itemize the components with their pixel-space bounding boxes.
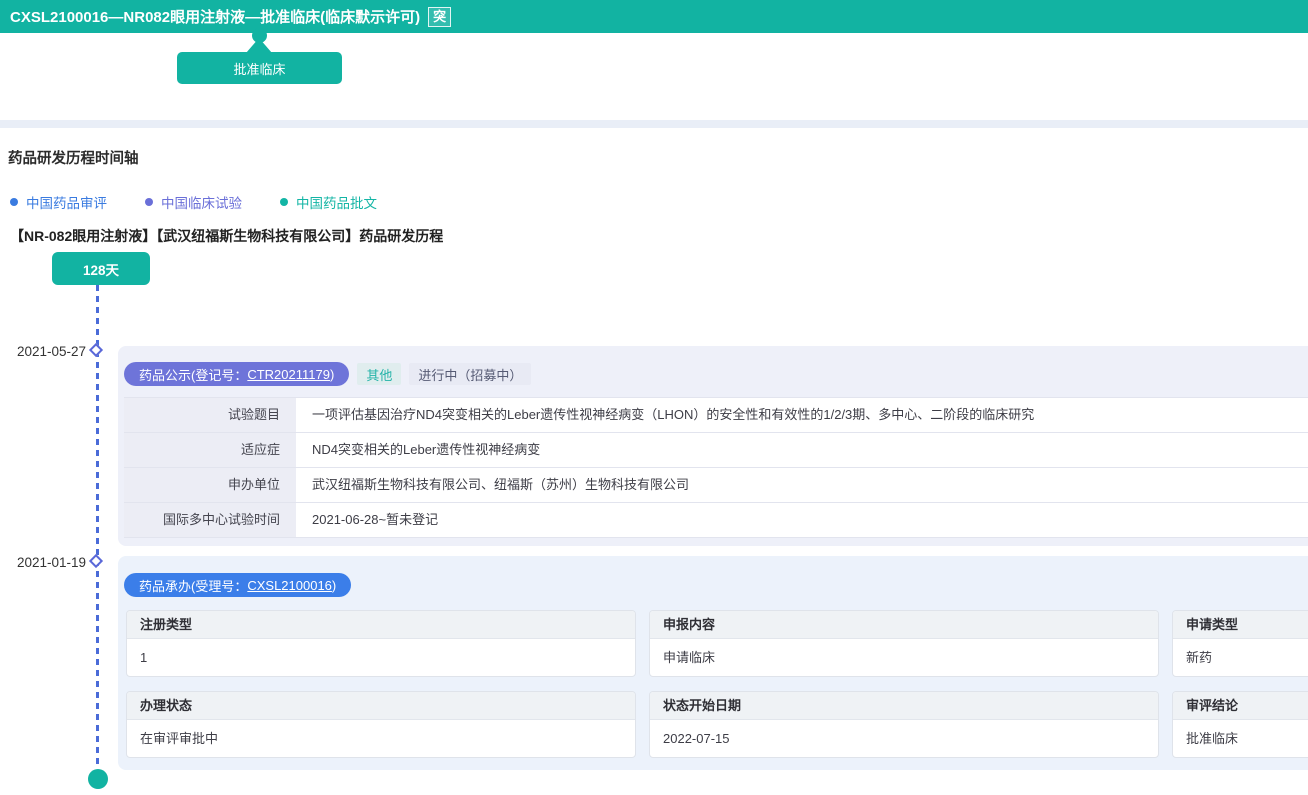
publicity-pill-button[interactable]: 药品公示(登记号：CTR20211179) — [124, 362, 349, 386]
field-label: 注册类型 — [127, 611, 635, 639]
timeline-legend: 中国药品审评 中国临床试验 中国药品批文 — [10, 192, 415, 212]
tag-status: 进行中（招募中） — [409, 363, 531, 385]
field-value: 2022-07-15 — [650, 720, 1158, 757]
approve-clinical-button[interactable]: 批准临床 — [177, 52, 342, 84]
card-header: 药品公示(登记号：CTR20211179) 其他 进行中（招募中） — [118, 346, 1308, 386]
timeline-subtitle: 【NR-082眼用注射液】【武汉纽福斯生物科技有限公司】药品研发历程 — [10, 226, 443, 246]
timeline-line — [96, 285, 99, 769]
field-box-application-content: 申报内容 申请临床 — [649, 610, 1159, 677]
timeline-diamond-icon — [89, 554, 103, 568]
acceptance-pill-button[interactable]: 药品承办(受理号：CXSL2100016) — [124, 573, 351, 597]
window-header: CXSL2100016—NR082眼用注射液—批准临床(临床默示许可) 突 — [0, 0, 1308, 33]
field-value: 在审评审批中 — [127, 720, 635, 757]
pill-suffix: ) — [332, 578, 336, 593]
pill-prefix: 药品公示(登记号： — [139, 365, 247, 384]
pill-suffix: ) — [330, 367, 334, 382]
field-label: 办理状态 — [127, 692, 635, 720]
table-row: 试验题目 一项评估基因治疗ND4突变相关的Leber遗传性视神经病变（LHON）… — [124, 398, 1308, 433]
row-value: 一项评估基因治疗ND4突变相关的Leber遗传性视神经病变（LHON）的安全性和… — [296, 398, 1308, 432]
row-label: 国际多中心试验时间 — [124, 503, 296, 537]
row-label: 试验题目 — [124, 398, 296, 432]
legend-label: 中国药品批文 — [296, 192, 377, 212]
field-value: 1 — [127, 639, 635, 676]
timeline-end-icon — [88, 769, 108, 789]
legend-item-drug-review[interactable]: 中国药品审评 — [10, 192, 107, 212]
page-title: 药品研发历程时间轴 — [8, 147, 139, 168]
row-value: 2021-06-28~暂未登记 — [296, 503, 1308, 537]
row-label: 适应症 — [124, 433, 296, 467]
table-row: 申办单位 武汉纽福斯生物科技有限公司、纽福斯（苏州）生物科技有限公司 — [124, 468, 1308, 503]
legend-item-clinical-trial[interactable]: 中国临床试验 — [145, 192, 242, 212]
event-card-acceptance: 药品承办(受理号：CXSL2100016) 注册类型 1 申报内容 申请临床 申… — [118, 556, 1308, 770]
field-value: 批准临床 — [1173, 720, 1308, 757]
legend-label: 中国药品审评 — [26, 192, 107, 212]
field-box-application-type: 申请类型 新药 — [1172, 610, 1308, 677]
trial-detail-table: 试验题目 一项评估基因治疗ND4突变相关的Leber遗传性视神经病变（LHON）… — [124, 397, 1308, 538]
field-label: 申报内容 — [650, 611, 1158, 639]
field-box-processing-status: 办理状态 在审评审批中 — [126, 691, 636, 758]
tooltip-arrow-icon — [246, 38, 272, 53]
legend-dot-icon — [280, 198, 288, 206]
legend-dot-icon — [145, 198, 153, 206]
row-label: 申办单位 — [124, 468, 296, 502]
section-divider — [0, 120, 1308, 128]
field-label: 状态开始日期 — [650, 692, 1158, 720]
table-row: 国际多中心试验时间 2021-06-28~暂未登记 — [124, 503, 1308, 538]
field-label: 审评结论 — [1173, 692, 1308, 720]
timeline-date: 2021-05-27 — [8, 344, 86, 359]
row-value: ND4突变相关的Leber遗传性视神经病变 — [296, 433, 1308, 467]
field-label: 申请类型 — [1173, 611, 1308, 639]
table-row: 适应症 ND4突变相关的Leber遗传性视神经病变 — [124, 433, 1308, 468]
status-badge: 突 — [428, 7, 451, 27]
timeline-date: 2021-01-19 — [8, 555, 86, 570]
header-title: CXSL2100016—NR082眼用注射液—批准临床(临床默示许可) — [10, 6, 420, 27]
acceptance-field-grid: 注册类型 1 申报内容 申请临床 申请类型 新药 办理状态 在审评审批中 状态开… — [126, 610, 1308, 758]
acceptance-number-link[interactable]: CXSL2100016 — [247, 578, 332, 593]
field-value: 申请临床 — [650, 639, 1158, 676]
field-box-review-conclusion: 审评结论 批准临床 — [1172, 691, 1308, 758]
registration-number-link[interactable]: CTR20211179 — [247, 367, 330, 382]
field-box-registration-type: 注册类型 1 — [126, 610, 636, 677]
card-header: 药品承办(受理号：CXSL2100016) — [118, 556, 1308, 597]
field-box-status-start-date: 状态开始日期 2022-07-15 — [649, 691, 1159, 758]
legend-item-drug-approval[interactable]: 中国药品批文 — [280, 192, 377, 212]
timeline-diamond-icon — [89, 343, 103, 357]
pill-prefix: 药品承办(受理号： — [139, 576, 247, 595]
field-value: 新药 — [1173, 639, 1308, 676]
legend-label: 中国临床试验 — [161, 192, 242, 212]
duration-badge: 128天 — [52, 252, 150, 285]
tag-other: 其他 — [357, 363, 401, 385]
legend-dot-icon — [10, 198, 18, 206]
row-value: 武汉纽福斯生物科技有限公司、纽福斯（苏州）生物科技有限公司 — [296, 468, 1308, 502]
event-card-publicity: 药品公示(登记号：CTR20211179) 其他 进行中（招募中） 试验题目 一… — [118, 346, 1308, 546]
